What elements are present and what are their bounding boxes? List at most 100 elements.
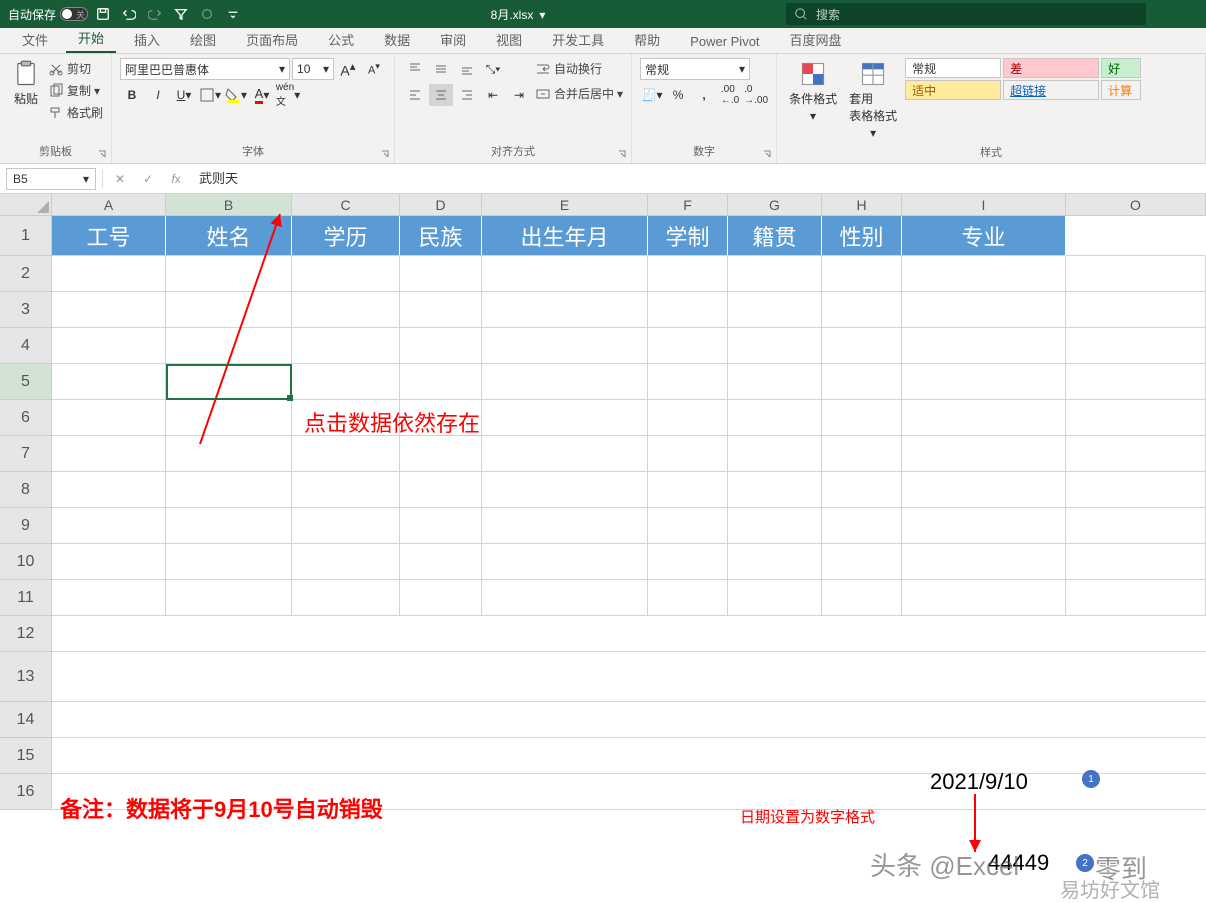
fill-color-button[interactable]: ▾ — [224, 84, 248, 106]
style-calc[interactable]: 计算 — [1101, 80, 1141, 100]
cell[interactable] — [166, 256, 292, 292]
cell[interactable] — [292, 256, 400, 292]
cell[interactable] — [482, 544, 648, 580]
cell[interactable] — [728, 328, 822, 364]
cell[interactable] — [52, 472, 166, 508]
font-color-button[interactable]: A▾ — [250, 84, 274, 106]
cell[interactable] — [822, 544, 902, 580]
table-format-button[interactable]: 套用 表格格式▾ — [845, 58, 901, 142]
font-size-select[interactable]: 10▾ — [292, 58, 334, 80]
tab-help[interactable]: 帮助 — [622, 25, 672, 53]
cell[interactable] — [902, 328, 1066, 364]
cell[interactable] — [728, 652, 822, 702]
cell[interactable] — [728, 256, 822, 292]
cell[interactable] — [648, 472, 728, 508]
cell[interactable] — [52, 616, 166, 652]
cell[interactable] — [822, 364, 902, 400]
cell[interactable] — [400, 292, 482, 328]
orientation-icon[interactable]: ⤡▾ — [481, 58, 505, 80]
tab-baidu[interactable]: 百度网盘 — [778, 25, 854, 53]
cell[interactable] — [52, 702, 166, 738]
border-button[interactable]: ▾ — [198, 84, 222, 106]
cell[interactable] — [728, 292, 822, 328]
cell[interactable] — [728, 472, 822, 508]
row-header[interactable]: 5 — [0, 364, 52, 400]
currency-button[interactable]: 🧾▾ — [640, 84, 664, 106]
cell[interactable] — [648, 738, 728, 774]
cell[interactable] — [1066, 256, 1206, 292]
italic-button[interactable]: I — [146, 84, 170, 106]
cell[interactable] — [648, 256, 728, 292]
touch-icon[interactable] — [196, 3, 218, 25]
cell[interactable] — [400, 472, 482, 508]
cell[interactable] — [822, 774, 902, 810]
cell[interactable] — [482, 364, 648, 400]
cell[interactable] — [400, 544, 482, 580]
cell[interactable] — [902, 616, 1066, 652]
cell[interactable] — [728, 400, 822, 436]
formula-input[interactable]: 武则天 — [193, 168, 1200, 190]
cell[interactable] — [482, 328, 648, 364]
cell[interactable] — [400, 364, 482, 400]
cell[interactable] — [166, 544, 292, 580]
phonetic-button[interactable]: wén文▾ — [276, 84, 300, 106]
cell[interactable] — [400, 436, 482, 472]
comma-button[interactable]: , — [692, 84, 716, 106]
cell[interactable]: 民族 — [400, 216, 482, 256]
cell[interactable] — [166, 738, 292, 774]
cell[interactable] — [902, 472, 1066, 508]
cell[interactable] — [902, 364, 1066, 400]
cell[interactable] — [166, 328, 292, 364]
tab-developer[interactable]: 开发工具 — [540, 25, 616, 53]
row-header[interactable]: 12 — [0, 616, 52, 652]
cell[interactable] — [400, 774, 482, 810]
cell[interactable] — [648, 652, 728, 702]
cell[interactable] — [1066, 292, 1206, 328]
row-header[interactable]: 16 — [0, 774, 52, 810]
fx-icon[interactable]: fx — [165, 168, 187, 190]
cell[interactable] — [1066, 472, 1206, 508]
cell[interactable] — [902, 436, 1066, 472]
number-format-select[interactable]: 常规▾ — [640, 58, 750, 80]
tab-review[interactable]: 审阅 — [428, 25, 478, 53]
cell[interactable] — [52, 652, 166, 702]
cell[interactable] — [400, 616, 482, 652]
cell[interactable] — [52, 400, 166, 436]
cell[interactable] — [822, 652, 902, 702]
autosave-toggle[interactable]: 自动保存 关 — [8, 6, 88, 23]
column-header[interactable]: E — [482, 194, 648, 216]
cell[interactable] — [728, 364, 822, 400]
cell[interactable] — [166, 508, 292, 544]
tab-data[interactable]: 数据 — [372, 25, 422, 53]
cell[interactable] — [648, 508, 728, 544]
cell[interactable] — [648, 774, 728, 810]
cell[interactable]: 性别 — [822, 216, 902, 256]
cell[interactable] — [728, 436, 822, 472]
style-good[interactable]: 好 — [1101, 58, 1141, 78]
row-header[interactable]: 3 — [0, 292, 52, 328]
cell[interactable] — [482, 702, 648, 738]
align-right-icon[interactable] — [455, 84, 479, 106]
cell[interactable] — [1066, 580, 1206, 616]
save-icon[interactable] — [92, 3, 114, 25]
cell[interactable] — [902, 702, 1066, 738]
cell[interactable] — [292, 616, 400, 652]
cell[interactable] — [1066, 544, 1206, 580]
cell[interactable] — [1066, 436, 1206, 472]
cell[interactable] — [400, 328, 482, 364]
cell[interactable] — [292, 702, 400, 738]
cell[interactable] — [166, 292, 292, 328]
column-header[interactable]: C — [292, 194, 400, 216]
cell[interactable] — [648, 292, 728, 328]
cell[interactable]: 工号 — [52, 216, 166, 256]
cell[interactable] — [1066, 652, 1206, 702]
cell[interactable] — [292, 328, 400, 364]
tab-view[interactable]: 视图 — [484, 25, 534, 53]
painter-button[interactable]: 格式刷 — [48, 102, 103, 123]
cell[interactable] — [648, 702, 728, 738]
copy-button[interactable]: 复制▾ — [48, 80, 103, 101]
cell[interactable] — [1066, 216, 1206, 256]
enter-icon[interactable]: ✓ — [137, 168, 159, 190]
cell[interactable] — [728, 580, 822, 616]
font-name-select[interactable]: 阿里巴巴普惠体▾ — [120, 58, 290, 80]
